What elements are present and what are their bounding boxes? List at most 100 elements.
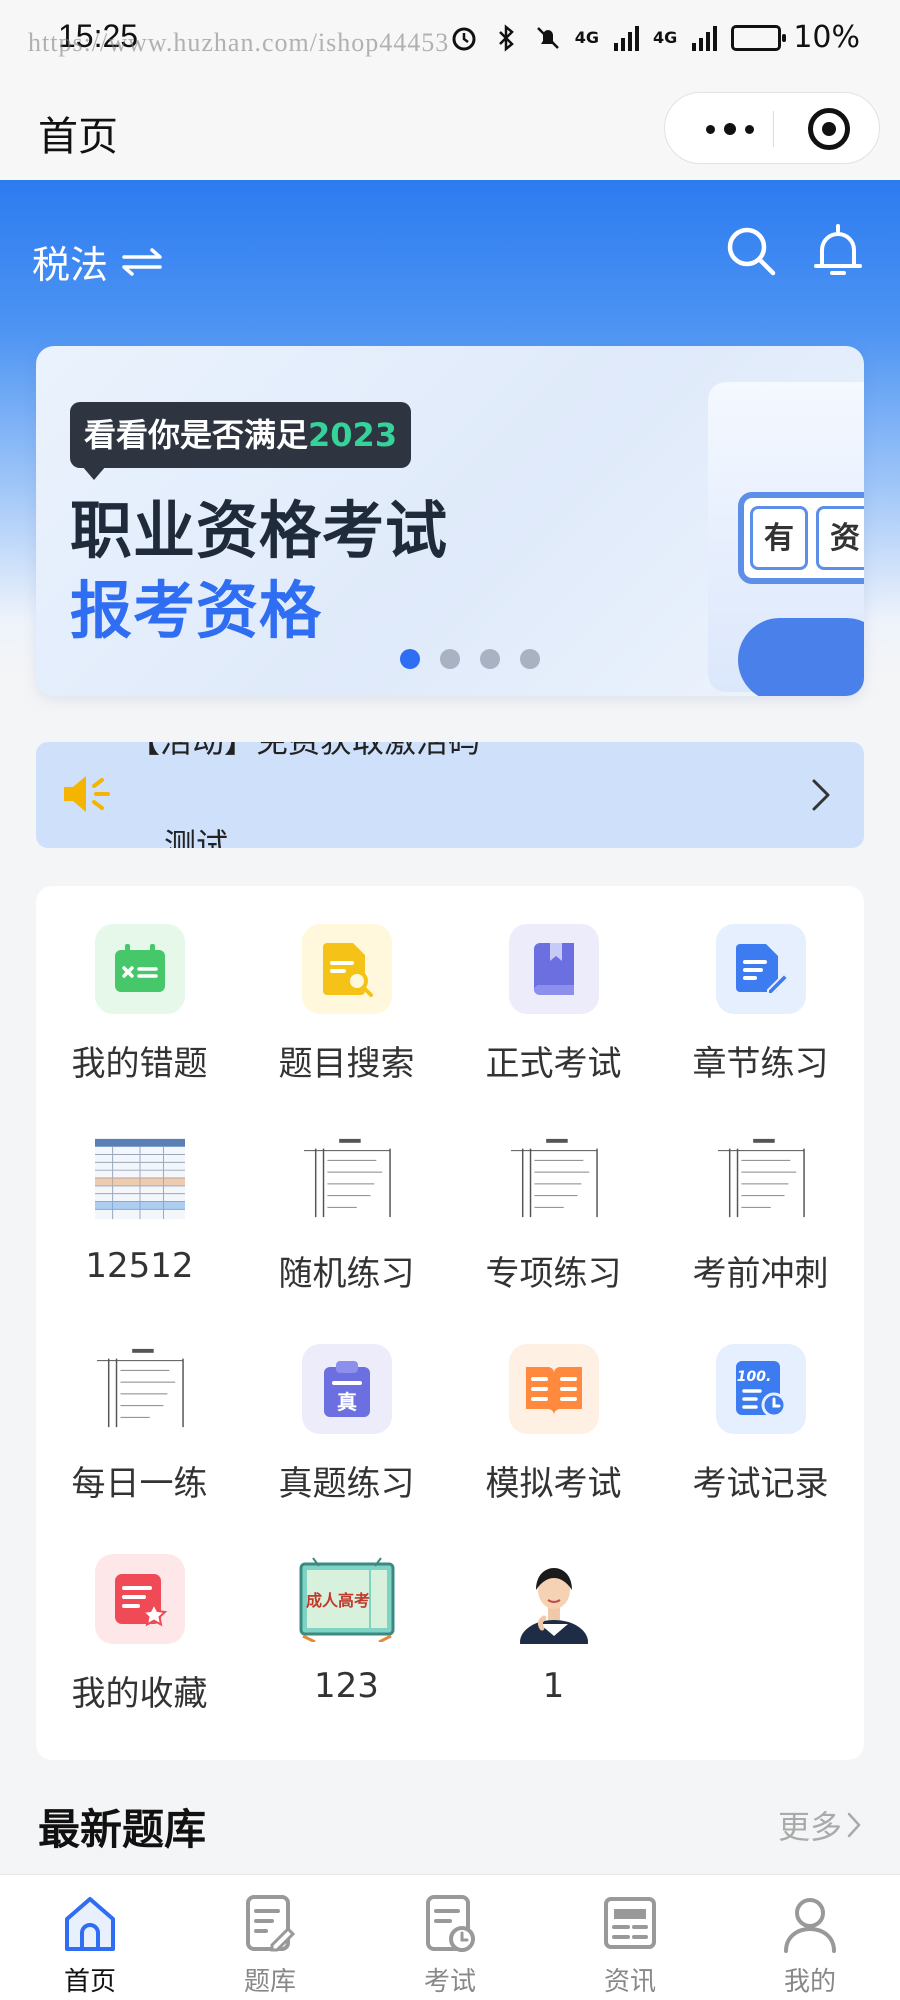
tab-exam[interactable]: 考试	[390, 1893, 510, 2000]
chevron-right-icon	[812, 779, 830, 811]
banner-tag-text: 看看你是否满足	[84, 416, 309, 454]
wrong-book-icon	[95, 924, 185, 1014]
status-icons: 4G 4G 10%	[449, 20, 860, 55]
tab-home[interactable]: 首页	[30, 1893, 150, 2000]
edit-doc-icon	[716, 924, 806, 1014]
tab-profile[interactable]: 我的	[750, 1893, 870, 2000]
search-icon[interactable]	[724, 224, 778, 278]
document-thumbnail	[716, 1134, 806, 1224]
notice-text: 【活动】免费获取激活码	[128, 742, 480, 762]
grid-item-label: 真题练习	[278, 1464, 415, 1504]
grid-item-formal-exam[interactable]: 正式考试	[450, 886, 657, 1096]
network-label-1: 4G	[574, 28, 600, 47]
battery-level: 10%	[793, 20, 860, 55]
mute-bell-icon	[536, 26, 559, 49]
grid-item-exam-records[interactable]: 100. 考试记录	[657, 1306, 864, 1516]
capsule-divider	[773, 111, 774, 147]
search-doc-icon	[302, 924, 392, 1014]
grid-item-label: 正式考试	[485, 1044, 622, 1084]
grid-item-label: 考试记录	[692, 1464, 829, 1504]
carousel-dot[interactable]	[400, 649, 420, 669]
banner-subheadline: 报考资格	[70, 574, 323, 647]
adult-exam-image: 成人高考	[299, 1554, 395, 1644]
grid-item-123[interactable]: 成人高考 123	[243, 1516, 450, 1726]
person-photo	[514, 1554, 594, 1644]
subject-switcher[interactable]: 税法	[32, 234, 164, 289]
svg-text:100.: 100.	[737, 1369, 772, 1385]
grid-item-label: 12512	[85, 1246, 194, 1286]
grid-item-daily-practice[interactable]: 每日一练	[36, 1306, 243, 1516]
carousel-dot[interactable]	[440, 649, 460, 669]
speaker-icon	[64, 776, 110, 812]
bluetooth-icon	[498, 23, 514, 52]
notice-text-next: 测试	[164, 826, 229, 848]
grid-item-12512[interactable]: 12512	[36, 1096, 243, 1306]
promo-banner[interactable]: 看看你是否满足2023 职业资格考试 报考资格 有 资	[36, 346, 864, 696]
bell-icon[interactable]	[812, 222, 864, 280]
miniapp-capsule	[664, 92, 880, 164]
more-icon[interactable]	[695, 115, 765, 143]
banner-year: 2023	[308, 416, 398, 454]
status-bar: 15:25 https://www.huzhan.com/ishop44453 …	[0, 0, 900, 80]
signal-icon-2	[692, 25, 718, 51]
home-icon	[65, 1897, 115, 1951]
grid-item-label: 123	[314, 1666, 379, 1706]
page-title: 首页	[38, 114, 118, 160]
grid-item-label: 我的错题	[71, 1044, 208, 1084]
notice-bar[interactable]: 【活动】免费获取激活码 测试	[36, 742, 864, 848]
carousel-indicators	[36, 649, 864, 669]
document-thumbnail	[509, 1134, 599, 1224]
favorite-icon	[95, 1554, 185, 1644]
miniapp-navbar: 首页	[0, 80, 900, 180]
document-thumbnail	[95, 1344, 185, 1434]
question-bank-icon	[246, 1895, 296, 1952]
tab-label: 我的	[783, 1967, 836, 1997]
grid-item-label: 模拟考试	[485, 1464, 622, 1504]
more-link[interactable]: 更多	[778, 1802, 862, 1848]
tab-label: 题库	[243, 1967, 296, 1997]
tab-label: 首页	[63, 1967, 116, 1997]
banner-deco-char-1: 有	[750, 506, 808, 570]
more-link-label: 更多	[777, 1808, 842, 1846]
grid-item-chapter-practice[interactable]: 章节练习	[657, 886, 864, 1096]
exam-icon	[426, 1895, 475, 1952]
book-icon	[509, 924, 599, 1014]
table-thumbnail	[95, 1134, 185, 1224]
grid-item-label: 随机练习	[278, 1254, 415, 1294]
tab-news[interactable]: 资讯	[570, 1893, 690, 2000]
grid-item-final-sprint[interactable]: 考前冲刺	[657, 1096, 864, 1306]
close-miniapp-icon[interactable]	[808, 108, 850, 150]
grid-item-random-practice[interactable]: 随机练习	[243, 1096, 450, 1306]
network-label-2: 4G	[653, 28, 678, 47]
carousel-dot[interactable]	[480, 649, 500, 669]
function-grid: 我的错题 题目搜索 正式考试 章节练习 12512 随机练习 专项练习 考前冲刺…	[36, 886, 864, 1760]
grid-item-label: 专项练习	[485, 1254, 622, 1294]
grid-item-label: 我的收藏	[71, 1674, 208, 1714]
banner-deco-char-2: 资	[816, 506, 864, 570]
grid-item-label: 考前冲刺	[692, 1254, 829, 1294]
grid-item-1[interactable]: 1	[450, 1516, 657, 1726]
grid-item-my-favorites[interactable]: 我的收藏	[36, 1516, 243, 1726]
grid-item-label: 每日一练	[71, 1464, 208, 1504]
bottom-tab-bar: 首页 题库 考试 资讯 我的	[0, 1874, 900, 2000]
open-book-icon	[509, 1344, 599, 1434]
grid-item-mock-exam[interactable]: 模拟考试	[450, 1306, 657, 1516]
grid-item-wrong-questions[interactable]: 我的错题	[36, 886, 243, 1096]
document-thumbnail	[302, 1134, 392, 1224]
subject-label: 税法	[32, 243, 109, 287]
watermark-url: https://www.huzhan.com/ishop44453	[28, 28, 450, 57]
banner-headline: 职业资格考试	[70, 494, 449, 567]
grid-item-question-search[interactable]: 题目搜索	[243, 886, 450, 1096]
swap-icon	[122, 247, 162, 276]
grid-item-real-exam-practice[interactable]: 真 真题练习	[243, 1306, 450, 1516]
grid-item-label: 题目搜索	[278, 1044, 415, 1084]
tab-question-bank[interactable]: 题库	[210, 1893, 330, 2000]
banner-tag: 看看你是否满足2023	[70, 402, 412, 480]
real-exam-icon: 真	[302, 1344, 392, 1434]
news-icon	[604, 1897, 656, 1949]
carousel-dot[interactable]	[520, 649, 540, 669]
banner-illustration: 有 资	[708, 382, 864, 696]
grid-item-special-practice[interactable]: 专项练习	[450, 1096, 657, 1306]
score-record-icon: 100.	[716, 1344, 806, 1434]
profile-icon	[784, 1898, 836, 1953]
